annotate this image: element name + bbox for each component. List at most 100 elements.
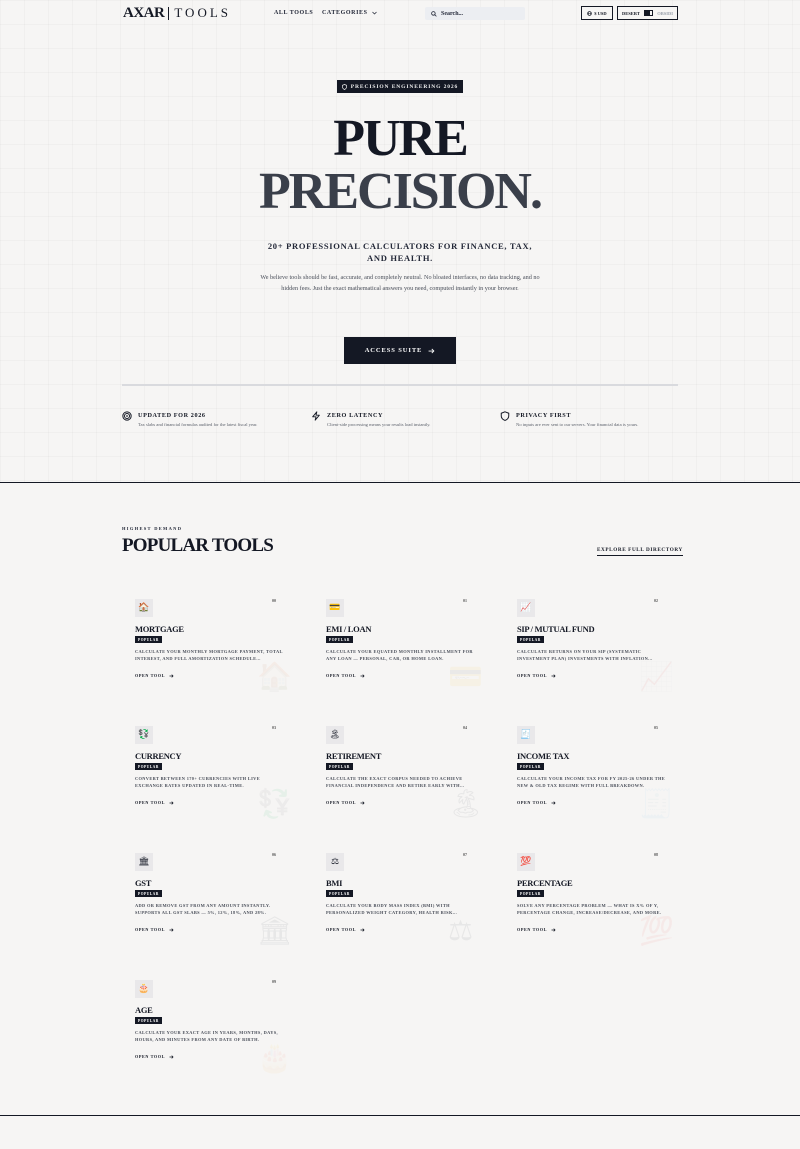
hero-divider xyxy=(122,384,678,386)
nav-all-tools-link[interactable]: ALL TOOLS xyxy=(274,10,313,16)
card-title: MORTGAGE xyxy=(135,624,184,634)
access-suite-button[interactable]: ACCESS SUITE xyxy=(344,337,456,364)
birthday-cake-watermark-icon: 🎂 xyxy=(257,1041,292,1074)
tool-card-gst[interactable]: 🏛 06 GST POPULAR Add or remove GST from … xyxy=(122,844,293,956)
arrow-right-icon xyxy=(169,1054,174,1059)
chart-up-icon: 📈 xyxy=(517,599,535,617)
popular-badge: POPULAR xyxy=(517,890,544,897)
currency-exchange-icon: 💱 xyxy=(135,726,153,744)
section-divider xyxy=(0,482,800,483)
card-title: PERCENTAGE xyxy=(517,878,573,888)
card-index: 03 xyxy=(272,725,276,730)
open-tool-link[interactable]: OPEN TOOL xyxy=(517,927,556,932)
open-tool-link[interactable]: OPEN TOOL xyxy=(517,673,556,678)
hero-title-line-2: PRECISION. xyxy=(259,163,543,220)
hundred-watermark-icon: 💯 xyxy=(639,914,674,947)
tool-card-mortgage[interactable]: 🏠 00 MORTGAGE POPULAR Calculate your mon… xyxy=(122,590,292,702)
house-icon: 🏠 xyxy=(135,599,153,617)
card-index: 01 xyxy=(463,598,467,603)
arrow-right-icon xyxy=(169,673,174,678)
popular-eyebrow: HIGHEST DEMAND xyxy=(122,526,183,531)
tool-card-income-tax[interactable]: 🧾 05 INCOME TAX POPULAR Calculate your i… xyxy=(504,717,674,829)
feature-desc: Tax slabs and financial formulas audited… xyxy=(138,422,258,427)
explore-directory-link[interactable]: EXPLORE FULL DIRECTORY xyxy=(597,547,683,556)
hero-subtitle: 20+ PROFESSIONAL CALCULATORS FOR FINANCE… xyxy=(267,241,533,263)
arrow-right-icon xyxy=(551,927,556,932)
card-title: INCOME TAX xyxy=(517,751,570,761)
bank-icon: 🏛 xyxy=(135,853,153,871)
arrow-right-icon xyxy=(360,800,365,805)
arrow-right-icon xyxy=(551,800,556,805)
target-icon xyxy=(122,411,132,421)
tool-card-sip[interactable]: 📈 02 SIP / MUTUAL FUND POPULAR Calculate… xyxy=(504,590,674,702)
logo-divider xyxy=(168,6,170,20)
arrow-right-icon xyxy=(428,348,435,353)
open-tool-label: OPEN TOOL xyxy=(517,927,548,932)
popular-badge: POPULAR xyxy=(326,890,353,897)
popular-badge: POPULAR xyxy=(517,636,544,643)
tool-card-percentage[interactable]: 💯 08 PERCENTAGE POPULAR Solve any percen… xyxy=(504,844,674,956)
tool-card-retirement[interactable]: 🏝 04 RETIREMENT POPULAR Calculate the ex… xyxy=(313,717,484,829)
site-logo[interactable]: AXAR TOOLS xyxy=(123,5,231,21)
open-tool-link[interactable]: OPEN TOOL xyxy=(326,927,365,932)
chevron-down-icon xyxy=(371,11,377,15)
tool-card-bmi[interactable]: ⚖ 07 BMI POPULAR Calculate your body mas… xyxy=(313,844,473,956)
hero-title: PURE PRECISION. xyxy=(0,112,800,218)
popular-badge: POPULAR xyxy=(326,636,353,643)
tool-card-age[interactable]: 🎂 09 AGE POPULAR Calculate your exact ag… xyxy=(122,971,292,1083)
currency-selector[interactable]: $ USD xyxy=(581,6,613,20)
popular-badge: POPULAR xyxy=(326,763,353,770)
arrow-right-icon xyxy=(169,800,174,805)
card-title: SIP / MUTUAL FUND xyxy=(517,624,595,634)
arrow-right-icon xyxy=(360,927,365,932)
card-index: 04 xyxy=(463,725,467,730)
open-tool-link[interactable]: OPEN TOOL xyxy=(135,673,174,678)
tool-card-currency[interactable]: 💱 03 CURRENCY POPULAR Convert between 17… xyxy=(122,717,292,829)
open-tool-link[interactable]: OPEN TOOL xyxy=(135,800,174,805)
nav-categories-dropdown[interactable]: CATEGORIES xyxy=(322,10,377,16)
credit-card-watermark-icon: 💳 xyxy=(448,660,483,693)
open-tool-label: OPEN TOOL xyxy=(135,927,166,932)
hero-badge: PRECISION ENGINEERING 2026 xyxy=(337,80,463,93)
open-tool-link[interactable]: OPEN TOOL xyxy=(517,800,556,805)
hero-title-line-1: PURE xyxy=(333,110,469,167)
open-tool-link[interactable]: OPEN TOOL xyxy=(326,673,365,678)
feature-title: PRIVACY FIRST xyxy=(516,412,572,419)
hero-description: We believe tools should be fast, accurat… xyxy=(260,274,540,292)
search-box[interactable] xyxy=(425,7,525,20)
card-title: CURRENCY xyxy=(135,751,182,761)
card-index: 02 xyxy=(654,598,658,603)
popular-badge: POPULAR xyxy=(135,763,162,770)
footer-divider xyxy=(0,1115,800,1116)
receipt-watermark-icon: 🧾 xyxy=(639,787,674,820)
logo-mark: AXAR xyxy=(123,4,165,21)
card-index: 05 xyxy=(654,725,658,730)
open-tool-link[interactable]: OPEN TOOL xyxy=(135,927,174,932)
globe-icon xyxy=(587,10,593,16)
currency-watermark-icon: 💱 xyxy=(257,787,292,820)
popular-badge: POPULAR xyxy=(135,890,162,897)
theme-toggle[interactable]: DESERT OBSIDI xyxy=(617,6,678,20)
open-tool-label: OPEN TOOL xyxy=(326,673,357,678)
open-tool-label: OPEN TOOL xyxy=(135,673,166,678)
card-title: AGE xyxy=(135,1005,153,1015)
card-index: 09 xyxy=(272,979,276,984)
feature-title: ZERO LATENCY xyxy=(327,412,384,419)
arrow-right-icon xyxy=(360,673,365,678)
theme-option-desert: DESERT xyxy=(622,10,640,16)
arrow-right-icon xyxy=(169,927,174,932)
house-watermark-icon: 🏠 xyxy=(257,660,292,693)
tool-card-emi-loan[interactable]: 💳 01 EMI / LOAN POPULAR Calculate your e… xyxy=(313,590,483,702)
open-tool-link[interactable]: OPEN TOOL xyxy=(326,800,365,805)
card-title: BMI xyxy=(326,878,343,888)
card-index: 00 xyxy=(272,598,276,603)
currency-label: $ USD xyxy=(594,10,607,16)
arrow-right-icon xyxy=(551,673,556,678)
open-tool-link[interactable]: OPEN TOOL xyxy=(135,1054,174,1059)
lightning-icon xyxy=(312,411,320,421)
feature-desc: Client-side processing means your result… xyxy=(327,422,431,427)
top-navbar: AXAR TOOLS ALL TOOLS CATEGORIES $ USD DE… xyxy=(0,0,800,26)
nav-categories-label: CATEGORIES xyxy=(322,10,368,16)
search-input[interactable] xyxy=(441,10,521,17)
feature-title: UPDATED FOR 2026 xyxy=(138,412,206,419)
